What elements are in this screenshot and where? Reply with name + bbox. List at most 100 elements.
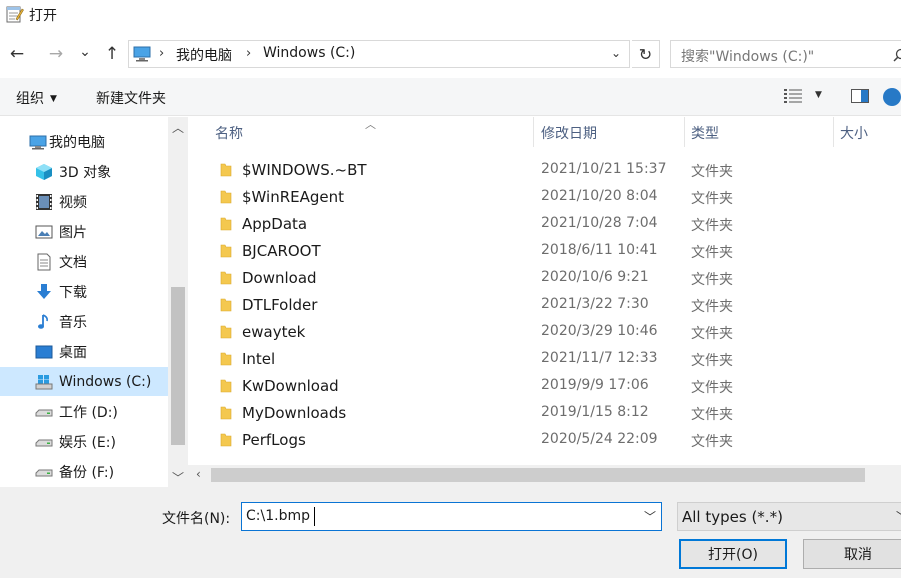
sidebar-item-label: 图片: [59, 224, 87, 241]
scroll-up-icon[interactable]: ︿: [172, 119, 184, 136]
sidebar-item-desktop[interactable]: 桌面: [0, 337, 168, 366]
help-icon[interactable]: [883, 88, 901, 106]
chevron-down-icon[interactable]: ﹀: [644, 508, 656, 525]
file-type: 文件夹: [691, 434, 733, 450]
file-row[interactable]: ewaytek 2020/3/29 10:46 文件夹: [188, 319, 901, 346]
file-row[interactable]: BJCAROOT 2018/6/11 10:41 文件夹: [188, 238, 901, 265]
file-name: PerfLogs: [242, 431, 306, 449]
file-row[interactable]: MyDownloads 2019/1/15 8:12 文件夹: [188, 400, 901, 427]
up-button[interactable]: ↑: [99, 40, 125, 68]
file-row[interactable]: PerfLogs 2020/5/24 22:09 文件夹: [188, 427, 901, 454]
folder-icon: [220, 163, 232, 177]
column-divider[interactable]: [533, 117, 534, 147]
horizontal-scrollbar[interactable]: ‹: [188, 465, 901, 487]
sidebar-item-backup-f[interactable]: 备份 (F:): [0, 457, 168, 486]
arrow-right-icon: →: [48, 44, 64, 64]
sidebar-item-work-d[interactable]: 工作 (D:): [0, 397, 168, 426]
file-row[interactable]: DTLFolder 2021/3/22 7:30 文件夹: [188, 292, 901, 319]
column-divider[interactable]: [833, 117, 834, 147]
sidebar-item-3d-objects[interactable]: 3D 对象: [0, 157, 168, 186]
search-icon: [893, 48, 901, 62]
view-options-icon[interactable]: [784, 88, 802, 104]
back-button[interactable]: ←: [4, 40, 30, 68]
preview-pane-icon[interactable]: [851, 88, 869, 104]
desktop-icon: [35, 345, 53, 358]
folder-icon: [220, 244, 232, 258]
sidebar-item-label: 备份 (F:): [59, 464, 115, 481]
column-header-type[interactable]: 类型: [691, 123, 719, 143]
address-bar[interactable]: › 我的电脑 › Windows (C:) ⌄: [128, 40, 630, 68]
open-button[interactable]: 打开(O): [679, 539, 787, 569]
organize-button[interactable]: 组织 ▼: [16, 88, 57, 108]
column-header-name[interactable]: 名称: [215, 123, 243, 143]
chevron-down-icon[interactable]: ⌄: [611, 46, 621, 60]
search-box[interactable]: 搜索"Windows (C:)": [670, 40, 901, 68]
file-list: ︿ 名称 修改日期 类型 大小 $WINDOWS.~BT 2021/10/21 …: [188, 117, 901, 487]
sidebar-item-my-computer[interactable]: 我的电脑: [0, 127, 168, 156]
scrollbar-thumb[interactable]: [171, 287, 185, 445]
column-header-date[interactable]: 修改日期: [541, 123, 597, 143]
search-input[interactable]: 搜索"Windows (C:)": [681, 46, 814, 66]
file-row[interactable]: Download 2020/10/6 9:21 文件夹: [188, 265, 901, 292]
file-date: 2021/11/7 12:33: [541, 350, 658, 366]
cancel-button[interactable]: 取消: [803, 539, 901, 569]
breadcrumb-my-computer[interactable]: 我的电脑: [176, 45, 232, 65]
file-name: KwDownload: [242, 377, 339, 395]
file-name: MyDownloads: [242, 404, 347, 422]
recent-locations-button[interactable]: ⌄: [74, 38, 96, 66]
file-name: Intel: [242, 350, 276, 368]
refresh-button[interactable]: ↻: [632, 40, 660, 68]
scroll-left-icon[interactable]: ‹: [196, 467, 201, 481]
drive-icon: [35, 409, 53, 416]
breadcrumb-windows-c[interactable]: Windows (C:): [263, 45, 355, 61]
arrow-up-icon: ↑: [104, 44, 120, 64]
file-date: 2021/3/22 7:30: [541, 296, 649, 312]
column-divider[interactable]: [684, 117, 685, 147]
folder-icon: [220, 406, 232, 420]
file-type-select[interactable]: All types (*.*) ﹀: [677, 502, 901, 531]
scrollbar-thumb[interactable]: [211, 468, 865, 482]
file-row[interactable]: KwDownload 2019/9/9 17:06 文件夹: [188, 373, 901, 400]
file-date: 2021/10/20 8:04: [541, 188, 658, 204]
file-type: 文件夹: [691, 245, 733, 261]
title-bar: 打开: [0, 0, 901, 30]
filename-label: 文件名(N):: [162, 511, 231, 527]
file-date: 2020/5/24 22:09: [541, 431, 658, 447]
drive-icon: [35, 469, 53, 476]
file-date: 2021/10/21 15:37: [541, 161, 667, 177]
file-type: 文件夹: [691, 380, 733, 396]
sidebar-item-pictures[interactable]: 图片: [0, 217, 168, 246]
sidebar-item-entertainment-e[interactable]: 娱乐 (E:): [0, 427, 168, 456]
file-row[interactable]: Intel 2021/11/7 12:33 文件夹: [188, 346, 901, 373]
file-row[interactable]: AppData 2021/10/28 7:04 文件夹: [188, 211, 901, 238]
sidebar-item-music[interactable]: 音乐: [0, 307, 168, 336]
sidebar-item-downloads[interactable]: 下载: [0, 277, 168, 306]
sidebar-item-windows-c[interactable]: Windows (C:): [0, 367, 168, 396]
refresh-icon: ↻: [638, 44, 653, 64]
folder-icon: [220, 379, 232, 393]
file-row[interactable]: $WinREAgent 2021/10/20 8:04 文件夹: [188, 184, 901, 211]
file-type: 文件夹: [691, 191, 733, 207]
computer-icon: [29, 135, 47, 149]
breadcrumb-separator: ›: [159, 46, 165, 61]
file-type: 文件夹: [691, 272, 733, 288]
window-title: 打开: [29, 8, 57, 24]
folder-icon: [220, 190, 232, 204]
file-name: BJCAROOT: [242, 242, 321, 260]
folder-icon: [220, 352, 232, 366]
filename-input[interactable]: C:\1.bmp ﹀: [241, 502, 662, 531]
forward-button[interactable]: →: [43, 40, 69, 68]
documents-icon: [37, 253, 51, 270]
scroll-down-icon[interactable]: ﹀: [172, 469, 184, 486]
new-folder-button[interactable]: 新建文件夹: [96, 88, 166, 108]
file-name: AppData: [242, 215, 308, 233]
sidebar-item-videos[interactable]: 视频: [0, 187, 168, 216]
column-header-size[interactable]: 大小: [840, 123, 868, 143]
view-dropdown-icon[interactable]: ▼: [815, 90, 822, 100]
chevron-down-icon: ﹀: [896, 508, 901, 525]
navigation-scrollbar[interactable]: ︿ ﹀: [168, 117, 188, 487]
file-type: 文件夹: [691, 164, 733, 180]
file-row[interactable]: $WINDOWS.~BT 2021/10/21 15:37 文件夹: [188, 157, 901, 184]
sidebar-item-documents[interactable]: 文档: [0, 247, 168, 276]
sidebar-item-label: 3D 对象: [59, 164, 112, 181]
